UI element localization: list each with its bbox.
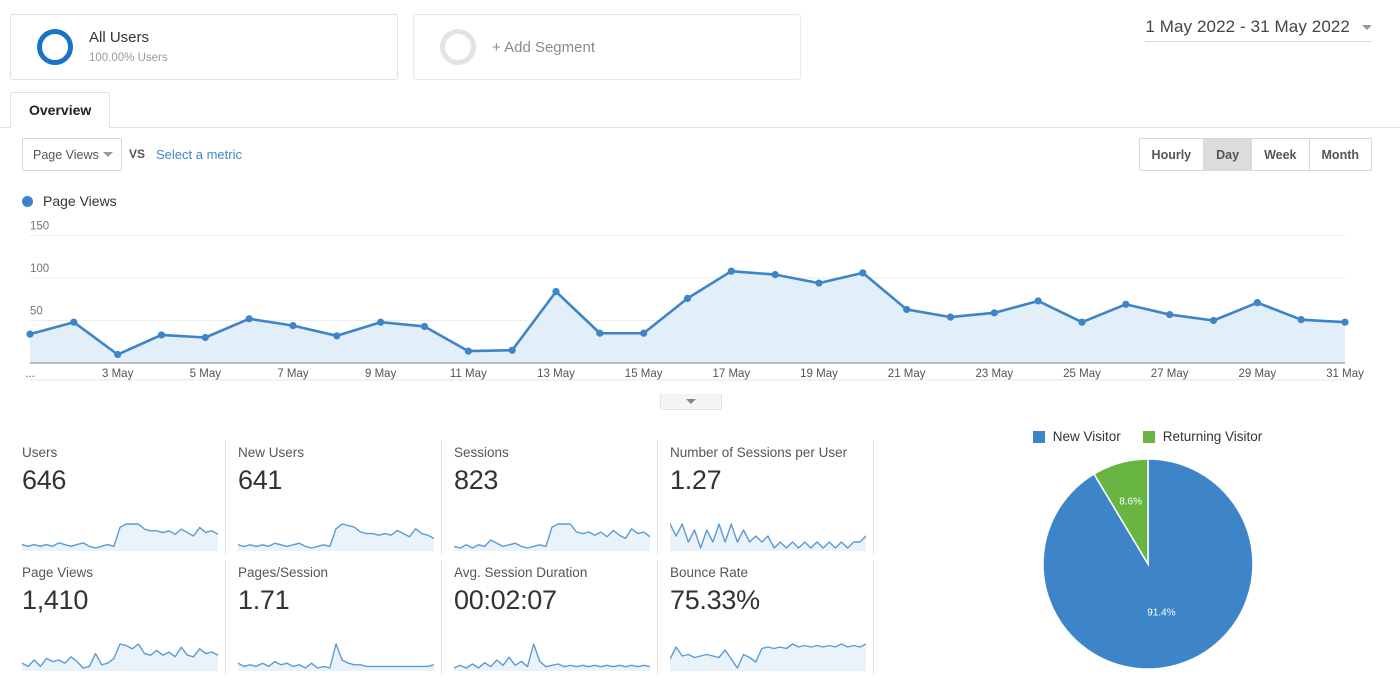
donut-icon <box>37 29 73 65</box>
svg-text:100: 100 <box>30 263 49 275</box>
svg-text:21 May: 21 May <box>888 368 926 380</box>
metric-card-value: 75.33% <box>670 585 760 615</box>
pie-svg: 91.4% 8.6% <box>1041 458 1254 670</box>
metric-card-title: Bounce Rate <box>670 565 749 580</box>
page-views-timeseries-chart[interactable]: 50 100 150... 3 May 5 May 7 May 9 May 11 May 13 … <box>0 215 1400 400</box>
chevron-down-icon <box>686 399 696 404</box>
svg-text:7 May: 7 May <box>277 368 309 380</box>
svg-text:25 May: 25 May <box>1063 368 1101 380</box>
tab-strip: Overview <box>0 92 1400 128</box>
svg-text:13 May: 13 May <box>537 368 575 380</box>
metric-card-value: 00:02:07 <box>454 585 557 615</box>
metric-card-value: 1.27 <box>670 465 722 495</box>
metric-card-title: New Users <box>238 445 305 460</box>
segment-bar: All Users 100.00% Users + Add Segment 1 … <box>0 0 1400 88</box>
granularity-month[interactable]: Month <box>1309 139 1371 170</box>
metric-cards-grid: Users 646 New Users 641 Sessions 823 Num… <box>10 440 875 680</box>
pie-legend-item-returning-visitor[interactable]: Returning Visitor <box>1142 429 1263 444</box>
tab-overview-label: Overview <box>29 102 92 118</box>
metric-card-value: 1,410 <box>22 585 89 615</box>
metric-sparkline <box>454 523 650 551</box>
metric-card[interactable]: Bounce Rate 75.33% <box>658 560 874 675</box>
svg-text:27 May: 27 May <box>1151 368 1189 380</box>
date-range-selector[interactable]: 1 May 2022 - 31 May 2022 <box>1145 17 1372 42</box>
select-a-metric-link[interactable]: Select a metric <box>156 147 242 162</box>
chart-legend: Page Views <box>22 193 117 209</box>
metric-card-title: Number of Sessions per User <box>670 445 848 460</box>
segment-chip-all-users[interactable]: All Users 100.00% Users <box>10 14 398 80</box>
metric-sparkline <box>22 523 218 551</box>
pie-chart[interactable]: 91.4% 8.6% <box>900 456 1395 672</box>
chart-controls: Page Views VS Select a metric Hourly Day… <box>0 138 1400 180</box>
legend-swatch-icon <box>1032 430 1045 443</box>
metric-sparkline <box>238 643 434 671</box>
add-segment-label: + Add Segment <box>492 38 595 56</box>
metric-sparkline <box>670 643 866 671</box>
metric-card[interactable]: Sessions 823 <box>442 440 658 555</box>
granularity-week[interactable]: Week <box>1252 139 1310 170</box>
chart-legend-label: Page Views <box>43 193 117 209</box>
svg-text:11 May: 11 May <box>450 368 487 380</box>
metric-card[interactable]: Pages/Session 1.71 <box>226 560 442 675</box>
pie-legend-item-new-visitor[interactable]: New Visitor <box>1032 429 1121 444</box>
svg-text:17 May: 17 May <box>712 368 750 380</box>
metric-card[interactable]: Avg. Session Duration 00:02:07 <box>442 560 658 675</box>
segment-title: All Users <box>89 28 150 46</box>
chevron-down-icon <box>103 152 113 157</box>
empty-donut-icon <box>440 29 476 65</box>
pie-legend: New Visitor Returning Visitor <box>900 429 1395 444</box>
metric-card-value: 1.71 <box>238 585 290 615</box>
analytics-overview-page: All Users 100.00% Users + Add Segment 1 … <box>0 0 1400 680</box>
add-segment-button[interactable]: + Add Segment <box>413 14 801 80</box>
segment-subtitle: 100.00% Users <box>89 51 168 64</box>
metric-card-value: 646 <box>22 465 67 495</box>
metric-card[interactable]: Number of Sessions per User 1.27 <box>658 440 874 555</box>
svg-text:8.6%: 8.6% <box>1119 496 1142 507</box>
svg-text:19 May: 19 May <box>800 368 838 380</box>
svg-text:50: 50 <box>30 306 43 318</box>
metric-card-value: 823 <box>454 465 499 495</box>
svg-text:29 May: 29 May <box>1238 368 1276 380</box>
metric-sparkline <box>238 523 434 551</box>
svg-text:15 May: 15 May <box>625 368 663 380</box>
granularity-hourly[interactable]: Hourly <box>1139 139 1205 170</box>
svg-text:9 May: 9 May <box>365 368 397 380</box>
metric-card-title: Avg. Session Duration <box>454 565 588 580</box>
chevron-down-icon <box>1362 24 1372 30</box>
metric-card-value: 641 <box>238 465 283 495</box>
metric-card[interactable]: Page Views 1,410 <box>10 560 226 675</box>
legend-swatch-icon <box>1142 430 1155 443</box>
metric-card-title: Page Views <box>22 565 94 580</box>
tab-overview[interactable]: Overview <box>10 92 111 128</box>
svg-text:5 May: 5 May <box>190 368 222 380</box>
metric-card[interactable]: Users 646 <box>10 440 226 555</box>
svg-text:3 May: 3 May <box>102 368 134 380</box>
metric-sparkline <box>454 643 650 671</box>
legend-dot-icon <box>22 195 33 207</box>
pie-legend-label: New Visitor <box>1052 429 1121 444</box>
chart-collapse-handle[interactable] <box>660 394 722 410</box>
metric-card-title: Pages/Session <box>238 565 329 580</box>
timeseries-svg: 50 100 150... 3 May 5 May 7 May 9 May 11 May 13 … <box>25 221 1364 381</box>
vs-label: VS <box>129 147 146 161</box>
visitor-type-pie-section: New Visitor Returning Visitor 91.4% 8.6% <box>900 425 1395 680</box>
granularity-toggle-group: Hourly Day Week Month <box>1138 138 1372 171</box>
pie-legend-label: Returning Visitor <box>1162 429 1263 444</box>
svg-text:91.4%: 91.4% <box>1147 608 1175 619</box>
metric-select[interactable]: Page Views <box>22 138 122 171</box>
svg-text:31 May: 31 May <box>1326 368 1364 380</box>
metric-select-label: Page Views <box>33 147 99 162</box>
metric-card-title: Sessions <box>454 445 509 460</box>
svg-text:...: ... <box>25 368 35 380</box>
metric-sparkline <box>22 643 218 671</box>
svg-text:23 May: 23 May <box>975 368 1013 380</box>
svg-text:150: 150 <box>30 221 49 233</box>
metric-sparkline <box>670 523 866 551</box>
granularity-day[interactable]: Day <box>1204 139 1253 170</box>
metric-card-title: Users <box>22 445 58 460</box>
date-range-label: 1 May 2022 - 31 May 2022 <box>1145 17 1350 36</box>
metric-card[interactable]: New Users 641 <box>226 440 442 555</box>
